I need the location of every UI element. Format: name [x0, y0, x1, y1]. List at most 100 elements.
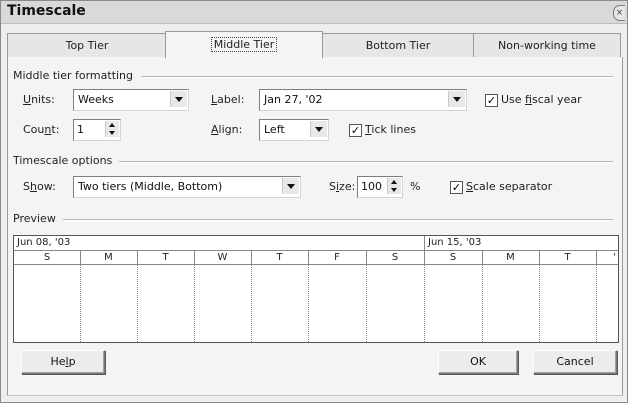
ok-button[interactable]: OK: [438, 350, 518, 374]
preview-tick: [251, 251, 252, 265]
title-bar: Timescale ×: [1, 1, 627, 24]
tab-bottom-tier-label: Bottom Tier: [365, 39, 431, 52]
preview-gridline: [482, 265, 483, 342]
units-label-rest: nits:: [31, 93, 55, 106]
preview-middle-label: Jun 08, '03: [17, 237, 71, 248]
preview-day: M: [104, 252, 113, 263]
spin-arrows-icon[interactable]: [387, 178, 401, 194]
preview-day: ': [613, 252, 616, 263]
tab-top-tier-label: Top Tier: [65, 39, 109, 52]
cancel-button[interactable]: Cancel: [533, 350, 617, 374]
chevron-down-icon[interactable]: [282, 178, 299, 194]
scale-sep-accel: S: [466, 180, 473, 193]
tab-non-working-time[interactable]: Non-working time: [473, 33, 621, 58]
spin-arrows-icon[interactable]: [105, 121, 119, 137]
show-label-post: ow:: [36, 180, 56, 193]
size-stepper[interactable]: 100: [357, 176, 403, 198]
preview-gridline: [251, 265, 252, 342]
preview-tick: [539, 251, 540, 265]
count-value: 1: [77, 123, 84, 136]
units-label-accel: U: [23, 93, 32, 106]
preview-tick: [137, 251, 138, 265]
checkbox-check-icon[interactable]: [485, 94, 498, 107]
preview-tick: [596, 251, 597, 265]
size-unit: %: [410, 180, 421, 193]
align-value: Left: [264, 123, 285, 136]
preview-gridline: [539, 265, 540, 342]
dialog-title: Timescale: [7, 3, 86, 19]
group-separator: [141, 76, 613, 78]
preview-gridline: [308, 265, 309, 342]
group-separator: [119, 161, 613, 163]
tab-top-tier[interactable]: Top Tier: [7, 33, 167, 58]
checkbox-check-icon[interactable]: [450, 181, 463, 194]
use-fiscal-accel: f: [525, 93, 532, 106]
checkbox-check-icon[interactable]: [349, 124, 362, 137]
units-value: Weeks: [78, 93, 114, 106]
preview-day: W: [217, 252, 228, 263]
show-value: Two tiers (Middle, Bottom): [78, 180, 223, 193]
use-fiscal-year-label: Use fiscal year: [501, 93, 582, 106]
tab-middle-tier-label: Middle Tier: [210, 37, 278, 52]
use-fiscal-post: iscal year: [531, 93, 582, 106]
preview-gridline: [596, 265, 597, 342]
preview-day: T: [564, 252, 571, 263]
label-label-rest: abel:: [217, 93, 245, 106]
chevron-down-icon[interactable]: [170, 91, 187, 107]
show-select[interactable]: Two tiers (Middle, Bottom): [73, 176, 301, 198]
help-label-post: p: [68, 355, 76, 368]
align-label-accel: A: [211, 123, 219, 136]
show-label-accel: h: [29, 180, 37, 193]
preview-tick: [80, 251, 81, 265]
use-fiscal-pre: Use: [501, 93, 526, 106]
count-label: Count:: [23, 123, 59, 136]
middle-tier-formatting-heading: Middle tier formatting: [13, 69, 138, 82]
timescale-preview: Jun 08, '03 Jun 15, '03 S M T W T F S S …: [13, 235, 619, 343]
preview-middle-tier-row: [14, 236, 618, 251]
show-label-pre: S: [23, 180, 30, 193]
tab-non-working-time-label: Non-working time: [498, 39, 596, 52]
preview-gridline: [80, 265, 81, 342]
footer-divider: [7, 395, 623, 396]
help-button[interactable]: Help: [21, 350, 105, 374]
size-value: 100: [361, 180, 382, 193]
count-label-post: t:: [51, 123, 60, 136]
tick-lines-label: Tick lines: [365, 123, 416, 136]
group-separator: [63, 219, 613, 221]
tick-lines-post: ick lines: [371, 123, 416, 136]
preview-day: M: [506, 252, 515, 263]
tab-bottom-tier[interactable]: Bottom Tier: [321, 33, 475, 58]
preview-gridline: [424, 265, 425, 342]
preview-tick: [194, 251, 195, 265]
timescale-dialog: Timescale × Top Tier Middle Tier Bottom …: [0, 0, 628, 403]
preview-tick: [366, 251, 367, 265]
preview-gridline: [194, 265, 195, 342]
preview-week-divider: [424, 236, 425, 251]
size-label: Size:: [329, 180, 355, 193]
count-stepper[interactable]: 1: [73, 119, 121, 141]
size-label-post: ze:: [339, 180, 356, 193]
units-select[interactable]: Weeks: [73, 89, 189, 111]
preview-day: T: [276, 252, 283, 263]
scale-separator-label: Scale separator: [466, 180, 552, 193]
align-label: Align:: [211, 123, 242, 136]
chevron-down-icon[interactable]: [448, 91, 465, 107]
close-icon[interactable]: ×: [613, 5, 625, 21]
tab-middle-tier[interactable]: Middle Tier: [165, 31, 323, 59]
preview-day: T: [162, 252, 169, 263]
tab-strip: Top Tier Middle Tier Bottom Tier Non-wor…: [7, 31, 627, 59]
preview-gridline: [366, 265, 367, 342]
timescale-options-heading: Timescale options: [13, 154, 117, 167]
label-value: Jan 27, '02: [264, 93, 323, 106]
preview-gridline: [137, 265, 138, 342]
align-select[interactable]: Left: [259, 119, 329, 141]
label-select[interactable]: Jan 27, '02: [259, 89, 467, 111]
preview-tick: [308, 251, 309, 265]
chevron-down-icon[interactable]: [310, 121, 327, 137]
preview-day: S: [449, 252, 457, 263]
preview-day: S: [43, 252, 51, 263]
scale-sep-post: cale separator: [472, 180, 553, 193]
count-label-pre: Cou: [23, 123, 45, 136]
help-label-pre: He: [50, 355, 66, 368]
size-label-pre: S: [329, 180, 336, 193]
